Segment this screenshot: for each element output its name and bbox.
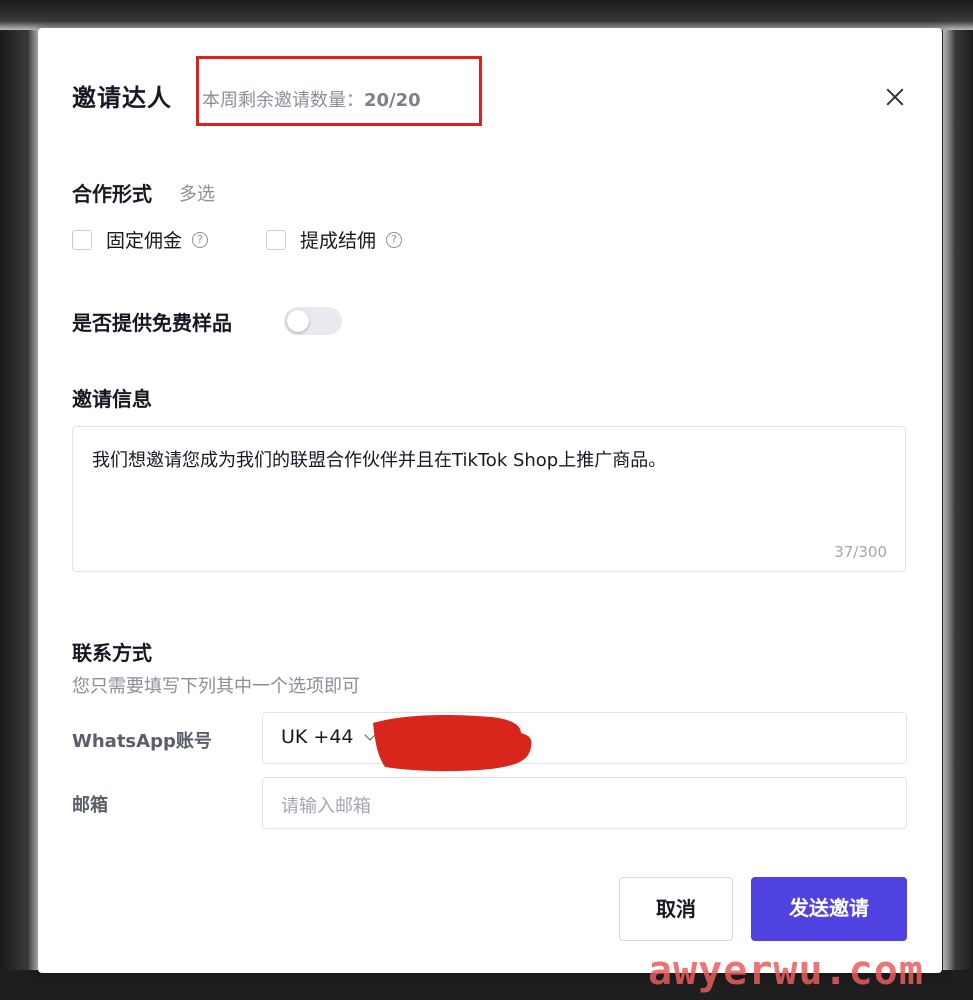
help-icon[interactable]: ? bbox=[386, 231, 403, 248]
multi-select-hint: 多选 bbox=[179, 184, 215, 205]
background-left bbox=[0, 0, 40, 1000]
highlight-box bbox=[196, 56, 482, 126]
commission-settlement-checkbox[interactable] bbox=[266, 229, 286, 250]
email-placeholder: 请输入邮箱 bbox=[281, 796, 371, 817]
free-sample-label: 是否提供免费样品 bbox=[72, 311, 232, 335]
watermark-text: awyerwu.com bbox=[648, 948, 924, 994]
character-counter: 37/300 bbox=[834, 543, 887, 561]
commission-settlement-label: 提成结佣 bbox=[300, 230, 377, 252]
dialog-title: 邀请达人 bbox=[72, 84, 172, 112]
send-invite-button[interactable]: 发送邀请 bbox=[751, 877, 907, 941]
help-icon[interactable]: ? bbox=[192, 231, 209, 248]
invite-message-text: 我们想邀请您成为我们的联盟合作伙伴并且在TikTok Shop上推广商品。 bbox=[92, 450, 667, 471]
contact-method-label: 联系方式 bbox=[72, 641, 152, 665]
invite-message-label: 邀请信息 bbox=[72, 387, 152, 411]
email-field[interactable]: 请输入邮箱 bbox=[262, 777, 907, 829]
background-right bbox=[943, 0, 973, 1000]
option-commission-settlement[interactable]: 提成结佣 ? bbox=[266, 226, 403, 253]
cancel-button[interactable]: 取消 bbox=[619, 877, 733, 941]
cooperation-type-label: 合作形式 bbox=[72, 182, 152, 206]
country-code-value: UK +44 bbox=[281, 726, 354, 748]
email-label: 邮箱 bbox=[72, 795, 108, 816]
toggle-knob bbox=[287, 310, 309, 332]
whatsapp-label: WhatsApp账号 bbox=[72, 731, 212, 752]
redaction-mark bbox=[373, 715, 532, 772]
fixed-commission-label: 固定佣金 bbox=[106, 230, 183, 252]
background-top bbox=[0, 0, 973, 30]
close-icon[interactable] bbox=[882, 84, 908, 110]
free-sample-toggle[interactable] bbox=[284, 307, 342, 335]
fixed-commission-checkbox[interactable] bbox=[72, 229, 92, 250]
option-fixed-commission[interactable]: 固定佣金 ? bbox=[72, 226, 209, 253]
invite-creator-dialog: 邀请达人 本周剩余邀请数量：20/20 合作形式 多选 固定佣金 ? 提成结佣 … bbox=[38, 28, 942, 973]
invite-message-textarea[interactable]: 我们想邀请您成为我们的联盟合作伙伴并且在TikTok Shop上推广商品。 37… bbox=[72, 426, 906, 572]
country-code-select[interactable]: UK +44 bbox=[281, 726, 376, 748]
whatsapp-field[interactable]: UK +44 6 bbox=[262, 712, 907, 772]
contact-hint: 您只需要填写下列其中一个选项即可 bbox=[72, 676, 360, 697]
